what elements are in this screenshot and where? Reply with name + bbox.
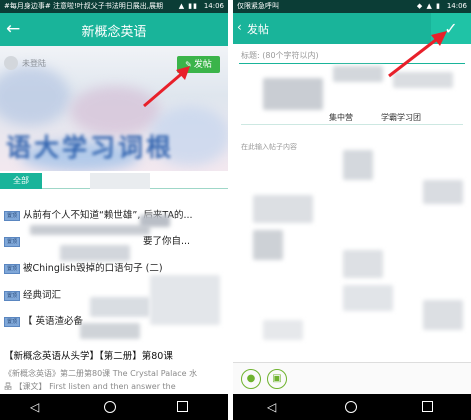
blurred-region [263, 78, 323, 110]
status-bar: 仅限紧急呼叫 ◆ ▲ ▮ 14:06 [233, 0, 471, 13]
composer-toolbar: ● ▣ [233, 362, 471, 394]
status-bar: #每月身边事# 注意啦!叶叔父子书法明日展出,展期 ▲ ▮▮ 14:06 [0, 0, 228, 13]
blurred-region [90, 297, 150, 317]
image-icon[interactable]: ▣ [267, 369, 287, 389]
blurred-region [343, 250, 383, 278]
page-title: 发帖 [247, 23, 269, 36]
filter-tabs: 全部 [0, 171, 228, 189]
article-title: 【新概念英语从头学】【第二册】第80课 [4, 351, 173, 362]
nav-home-icon[interactable] [345, 401, 357, 413]
annotation-arrow-icon [143, 66, 190, 108]
status-notification-text: 仅限紧急呼叫 [237, 2, 279, 10]
page-title: 新概念英语 [81, 25, 147, 40]
article-summary: 《新概念英语》第二册第80课 The Crystal Palace 水 [4, 369, 198, 378]
banner-blur-shape [0, 66, 70, 126]
nav-back-icon[interactable]: ◁ [267, 400, 276, 414]
blurred-region [263, 320, 303, 340]
microphone-icon[interactable]: ● [241, 369, 261, 389]
status-time: 14:06 [203, 2, 224, 10]
nav-back-icon[interactable]: ◁ [30, 400, 39, 414]
list-item[interactable]: 置顶 被Chinglish毁掉的口语句子 (二) [4, 260, 226, 274]
blurred-region [150, 275, 220, 325]
group-option-camp[interactable]: 集中营 [329, 112, 353, 123]
nav-recents-icon[interactable] [177, 401, 188, 412]
signal-wifi-icons: ◆ ▲ ▮ [416, 2, 441, 10]
avatar[interactable] [4, 56, 18, 70]
screenshot-stage: #每月身边事# 注意啦!叶叔父子书法明日展出,展期 ▲ ▮▮ 14:06 ← 新… [0, 0, 471, 420]
android-nav-bar: ◁ [0, 394, 228, 420]
list-item-text: 【 英语渣必备 [23, 316, 84, 327]
annotation-arrow-icon [388, 31, 447, 78]
right-phone-screen: 仅限紧急呼叫 ◆ ▲ ▮ 14:06 ‹ 发帖 ✓ 标题: (80个字符以内) … [233, 0, 471, 420]
blurred-region [60, 245, 130, 261]
nav-recents-icon[interactable] [422, 401, 433, 412]
status-time: 14:06 [446, 2, 467, 10]
content-input[interactable]: 在此输入帖子内容 [241, 142, 297, 152]
signal-wifi-icons: ▲ ▮▮ [178, 2, 198, 10]
tab-all[interactable]: 全部 [0, 173, 42, 189]
nav-home-icon[interactable] [104, 401, 116, 413]
blurred-region [343, 285, 393, 311]
list-item-text: 经典词汇 [23, 290, 62, 301]
divider [241, 124, 463, 125]
blurred-region [423, 180, 463, 204]
blurred-region [333, 66, 383, 82]
blurred-region [253, 195, 313, 223]
list-item-text: 被Chinglish毁掉的口语句子 (二) [23, 263, 163, 274]
blurred-region [140, 215, 170, 227]
left-phone-screen: #每月身边事# 注意啦!叶叔父子书法明日展出,展期 ▲ ▮▮ 14:06 ← 新… [0, 0, 228, 420]
pinned-tag: 置顶 [4, 236, 20, 247]
pinned-tag: 置顶 [4, 263, 20, 274]
tab-blurred[interactable] [90, 173, 150, 189]
article-item[interactable]: 【新概念英语从头学】【第二册】第80课 《新概念英语》第二册第80课 The C… [0, 348, 228, 390]
blurred-region [343, 150, 373, 180]
blurred-region [423, 300, 463, 330]
app-bar: ← 新概念英语 [0, 13, 228, 46]
group-option-study[interactable]: 学霸学习团 [381, 112, 421, 123]
blurred-region [253, 230, 283, 260]
back-chevron-icon[interactable]: ‹ [237, 20, 242, 34]
android-nav-bar: ◁ [233, 394, 471, 420]
blurred-region [30, 225, 150, 235]
article-summary-line2: 晶 【课文】 First listen and then answer the [4, 382, 176, 390]
pinned-tag: 置顶 [4, 316, 20, 327]
pinned-tag: 置顶 [4, 210, 20, 221]
list-item[interactable]: 置顶 从前有个人不知道“赖世雄”, 后来TA的... [4, 207, 226, 221]
list-item-text: 要了你自... [143, 236, 191, 247]
banner-text: 语大学习词根 [6, 133, 175, 162]
status-notification-text: #每月身边事# 注意啦!叶叔父子书法明日展出,展期 [4, 2, 163, 10]
blurred-region [80, 323, 140, 339]
pinned-tag: 置顶 [4, 290, 20, 301]
login-status[interactable]: 未登陆 [22, 58, 46, 69]
